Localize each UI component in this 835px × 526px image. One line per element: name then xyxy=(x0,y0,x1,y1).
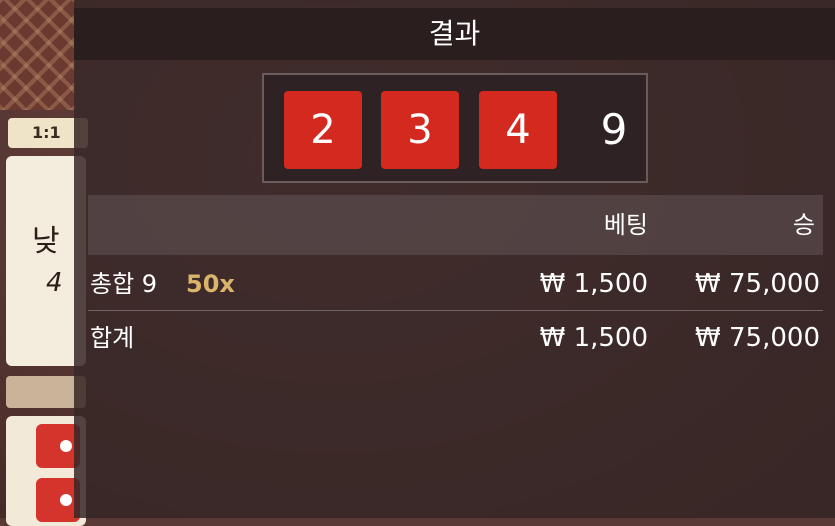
decorative-lattice xyxy=(0,0,75,110)
dice-total: 9 xyxy=(600,105,628,154)
column-header-win: 승 xyxy=(792,211,815,239)
bet-spot-label: 낮 xyxy=(32,224,60,259)
dice-result-box: 2 3 4 9 xyxy=(262,73,648,183)
row-bet-amount: ₩ 1,500 xyxy=(539,269,648,299)
total-label: 합계 xyxy=(90,324,135,352)
row-win-amount: ₩ 75,000 xyxy=(695,269,820,299)
table-header: 베팅 승 xyxy=(88,195,823,255)
table-total-row: 합계 ₩ 1,500 ₩ 75,000 xyxy=(88,312,823,364)
total-win-amount: ₩ 75,000 xyxy=(695,323,820,353)
die-1: 2 xyxy=(284,91,362,169)
table-row: 총합 9 50x ₩ 1,500 ₩ 75,000 xyxy=(88,258,823,311)
die-3: 4 xyxy=(479,91,557,169)
row-multiplier: 50x xyxy=(186,270,235,298)
row-label: 총합 9 xyxy=(90,270,158,298)
payout-tab-label: 1:1 xyxy=(32,123,61,142)
total-bet-amount: ₩ 1,500 xyxy=(539,323,648,353)
result-title: 결과 xyxy=(428,17,481,50)
column-header-bet: 베팅 xyxy=(603,211,648,239)
die-2: 3 xyxy=(381,91,459,169)
bet-spot-number: 4 xyxy=(46,268,63,298)
result-title-bar: 결과 xyxy=(74,8,835,60)
